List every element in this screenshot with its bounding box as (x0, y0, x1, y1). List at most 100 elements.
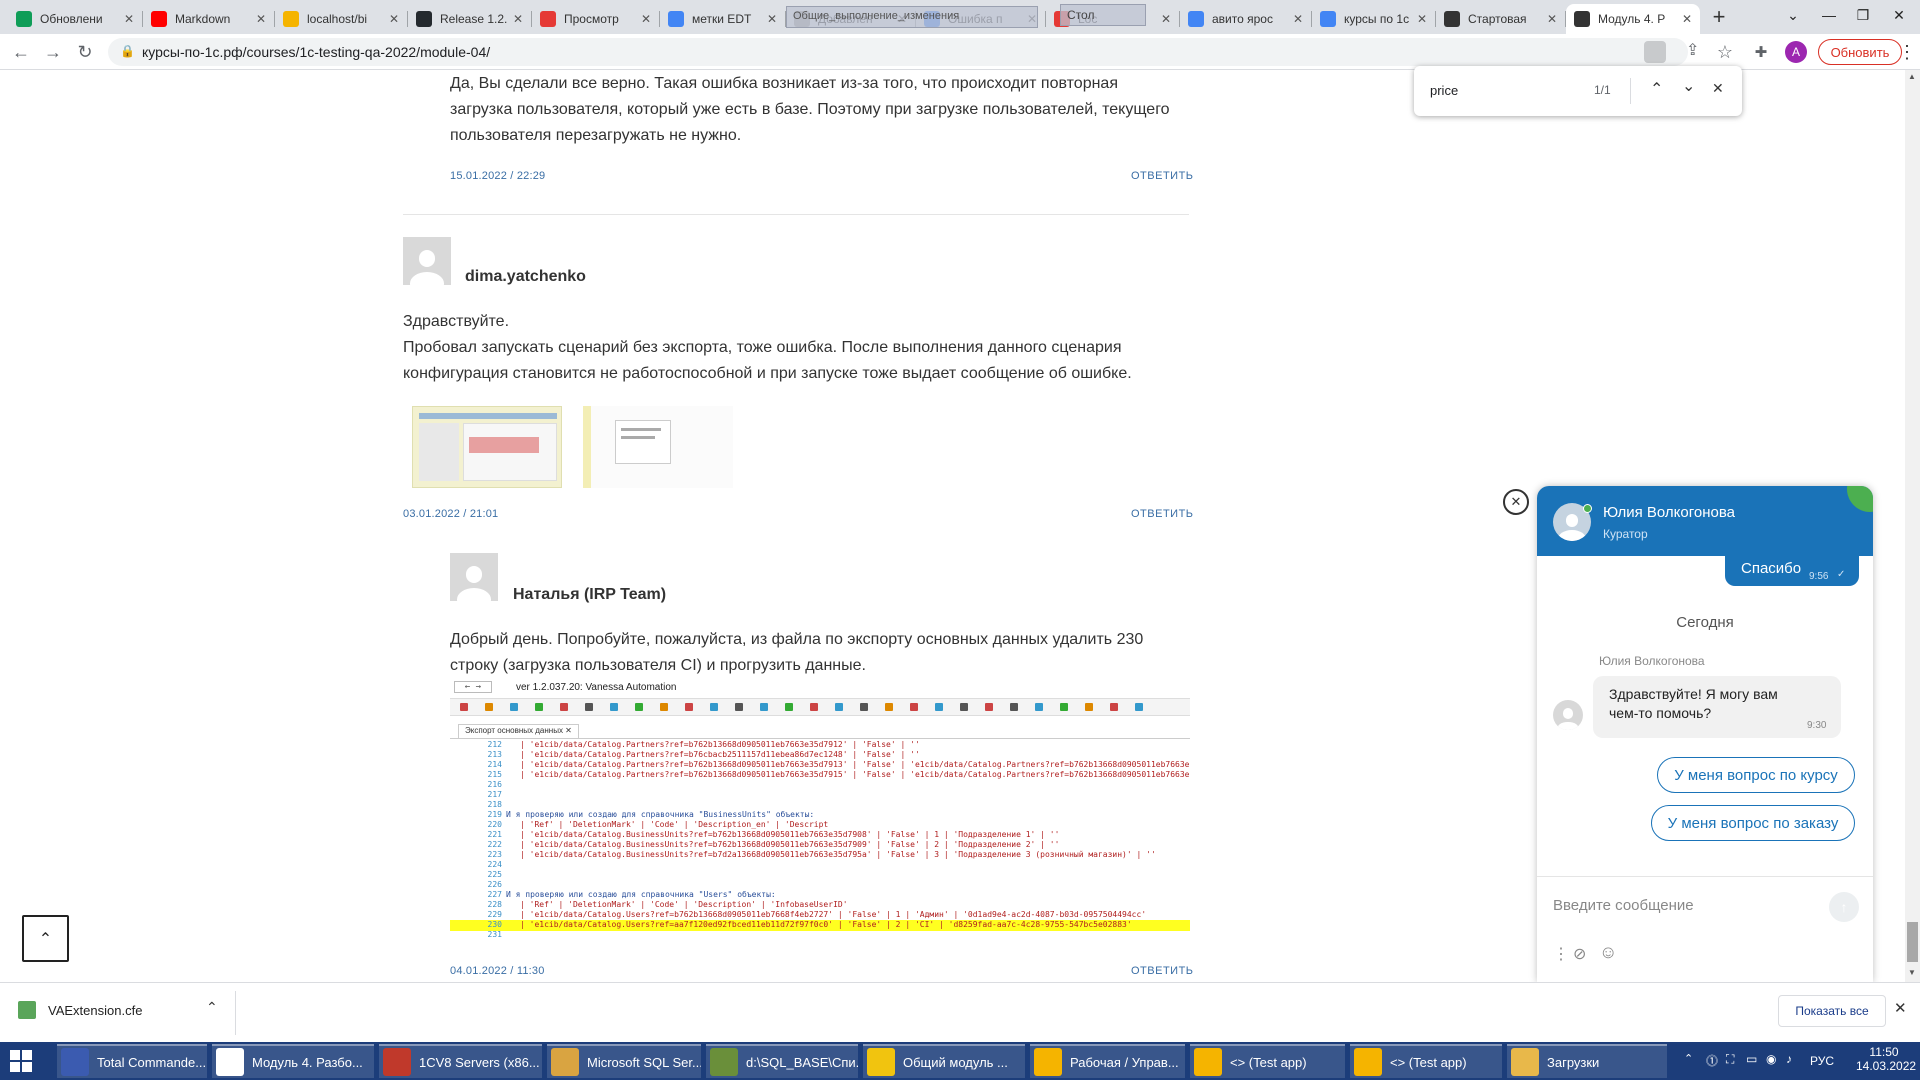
taskbar-item[interactable]: <> (Test app) (1190, 1044, 1345, 1078)
scroll-up-icon[interactable]: ▲ (1908, 72, 1916, 81)
taskbar-item[interactable]: Модуль 4. Разбо... (212, 1044, 374, 1078)
comment-line: Да, Вы сделали все верно. Такая ошибка в… (450, 75, 1118, 92)
tab[interactable]: авито ярос ✕ (1180, 4, 1311, 34)
lens-icon[interactable] (1644, 41, 1666, 63)
emoji-icon[interactable]: ☺ (1599, 942, 1617, 963)
tab-close-icon[interactable]: ✕ (389, 12, 399, 26)
taskbar-item-label: Microsoft SQL Ser... (587, 1054, 701, 1070)
taskbar-item[interactable]: Рабочая / Управ... (1030, 1044, 1185, 1078)
tab-close-icon[interactable]: ✕ (1161, 12, 1171, 26)
attachment-thumbnail[interactable] (412, 406, 562, 488)
va-toolbar-icon (1085, 703, 1093, 711)
app-icon (1034, 1048, 1062, 1076)
close-download-bar-icon[interactable]: ✕ (1894, 999, 1907, 1017)
share-icon[interactable]: ⇪ (1686, 40, 1699, 60)
page-scrollbar[interactable]: ▲ ▼ (1905, 70, 1920, 982)
tab-close-icon[interactable]: ✕ (767, 12, 777, 26)
tab[interactable]: Markdown ✕ (143, 4, 274, 34)
show-all-downloads-button[interactable]: Показать все (1778, 995, 1886, 1027)
taskbar-item[interactable]: Загрузки (1507, 1044, 1667, 1078)
profile-avatar[interactable]: A (1785, 41, 1807, 63)
attachment-thumbnail[interactable] (583, 406, 733, 488)
code-line: 231 (450, 930, 1190, 941)
taskbar-item[interactable]: <> (Test app) (1350, 1044, 1502, 1078)
extensions-icon[interactable]: ✚ (1748, 39, 1774, 65)
line-number: 218 (487, 800, 502, 809)
find-close-icon[interactable]: ✕ (1712, 80, 1724, 97)
clock[interactable]: 11:50 14.03.2022 (1856, 1045, 1916, 1073)
tab-close-icon[interactable]: ✕ (1682, 12, 1692, 26)
forward-icon[interactable]: → (40, 39, 66, 65)
tab-close-icon[interactable]: ✕ (1293, 12, 1303, 26)
comment-author[interactable]: dima.yatchenko (465, 268, 586, 286)
tab[interactable]: Модуль 4. Р ✕ (1566, 4, 1700, 34)
new-tab-button[interactable]: + (1705, 3, 1733, 31)
taskbar-item[interactable]: Общий модуль ... (863, 1044, 1025, 1078)
back-icon[interactable]: ← (8, 39, 34, 65)
find-input[interactable]: price (1430, 83, 1458, 98)
address-bar[interactable]: 🔒 курсы-по-1с.рф/courses/1c-testing-qa-2… (108, 38, 1699, 66)
taskbar-item[interactable]: Total Commande... (57, 1044, 207, 1078)
tray-battery-icon[interactable]: ▭ (1746, 1052, 1757, 1066)
send-icon[interactable]: ↑ (1829, 892, 1859, 922)
keyboard-language[interactable]: РУС (1810, 1054, 1834, 1068)
va-toolbar-icon (1110, 703, 1118, 711)
tab-close-icon[interactable]: ✕ (1417, 12, 1427, 26)
tab[interactable]: localhost/bi ✕ (275, 4, 407, 34)
tab[interactable]: курсы по 1с ✕ (1312, 4, 1435, 34)
attachment-screenshot[interactable]: ← → ver 1.2.037.20: Vanessa Automation Э… (450, 680, 1190, 942)
tab[interactable]: метки EDT ✕ (660, 4, 785, 34)
scrollbar-thumb[interactable] (1907, 922, 1918, 962)
chat-close-icon[interactable]: ✕ (1503, 489, 1529, 515)
comment-line: пользователя перезагружать не нужно. (450, 127, 742, 144)
reply-link[interactable]: ОТВЕТИТЬ (1131, 965, 1194, 977)
attach-icon[interactable]: ⊘ (1573, 944, 1586, 964)
tab-close-icon[interactable]: ✕ (1547, 12, 1557, 26)
menu-icon[interactable]: ⋮ (1894, 39, 1920, 65)
tab[interactable]: Стартовая ✕ (1436, 4, 1565, 34)
scroll-to-top-button[interactable]: ⌃ (22, 915, 69, 962)
tray-network-icon[interactable]: ⛶ (1726, 1052, 1734, 1067)
tab-close-icon[interactable]: ✕ (641, 12, 651, 26)
tab-close-icon[interactable]: ✕ (513, 12, 523, 26)
start-icon (1444, 11, 1460, 27)
tray-wifi-icon[interactable]: ◉ (1766, 1052, 1776, 1066)
close-window-button[interactable]: ✕ (1876, 0, 1920, 30)
app-icon (216, 1048, 244, 1076)
tab-close-icon[interactable]: ✕ (124, 12, 134, 26)
bookmark-star-icon[interactable]: ☆ (1712, 39, 1738, 65)
line-number: 223 (487, 850, 502, 859)
quick-reply-order-button[interactable]: У меня вопрос по заказу (1651, 805, 1855, 841)
tray-chevron-icon[interactable]: ⌃ (1684, 1052, 1693, 1065)
chat-message-input[interactable]: Введите сообщение (1553, 897, 1694, 914)
reply-link[interactable]: ОТВЕТИТЬ (1131, 508, 1194, 520)
scroll-down-icon[interactable]: ▼ (1908, 968, 1916, 977)
taskbar-item[interactable]: 1CV8 Servers (x86... (379, 1044, 542, 1078)
quick-reply-course-button[interactable]: У меня вопрос по курсу (1657, 757, 1855, 793)
find-next-icon[interactable]: ⌄ (1682, 76, 1695, 96)
line-number: 212 (487, 740, 502, 749)
reply-link[interactable]: ОТВЕТИТЬ (1131, 170, 1194, 182)
tab-close-icon[interactable]: ✕ (256, 12, 266, 26)
comment-author[interactable]: Наталья (IRP Team) (513, 586, 666, 604)
tab[interactable]: Обновлени ✕ (8, 4, 142, 34)
update-button[interactable]: Обновить (1818, 39, 1902, 65)
tab[interactable]: Release 1.2. ✕ (408, 4, 531, 34)
find-previous-icon[interactable]: ⌃ (1650, 79, 1663, 99)
more-options-icon[interactable]: ⋮ (1553, 944, 1569, 964)
tab[interactable]: Просмотр ✕ (532, 4, 659, 34)
windows-start-icon[interactable] (10, 1050, 32, 1072)
reload-icon[interactable]: ↻ (72, 39, 98, 65)
va-toolbar-icon (510, 703, 518, 711)
taskbar-item[interactable]: Microsoft SQL Ser... (547, 1044, 701, 1078)
taskbar-item[interactable]: d:\SQL_BASE\Спи... (706, 1044, 858, 1078)
download-filename[interactable]: VAExtension.cfe (48, 1003, 142, 1018)
url-text[interactable]: курсы-по-1с.рф/courses/1c-testing-qa-202… (142, 44, 490, 60)
tray-1c-icon[interactable]: ⓵ (1706, 1052, 1718, 1069)
comment-date: 03.01.2022 / 21:01 (403, 508, 499, 520)
va-toolbar-icon (835, 703, 843, 711)
line-code: | 'Ref' | 'DeletionMark' | 'Code' | 'Des… (520, 820, 829, 829)
tray-volume-icon[interactable]: ♪ (1786, 1052, 1792, 1066)
download-chevron-icon[interactable]: ⌃ (206, 999, 218, 1016)
quick-reply-label: У меня вопрос по курсу (1674, 766, 1838, 784)
